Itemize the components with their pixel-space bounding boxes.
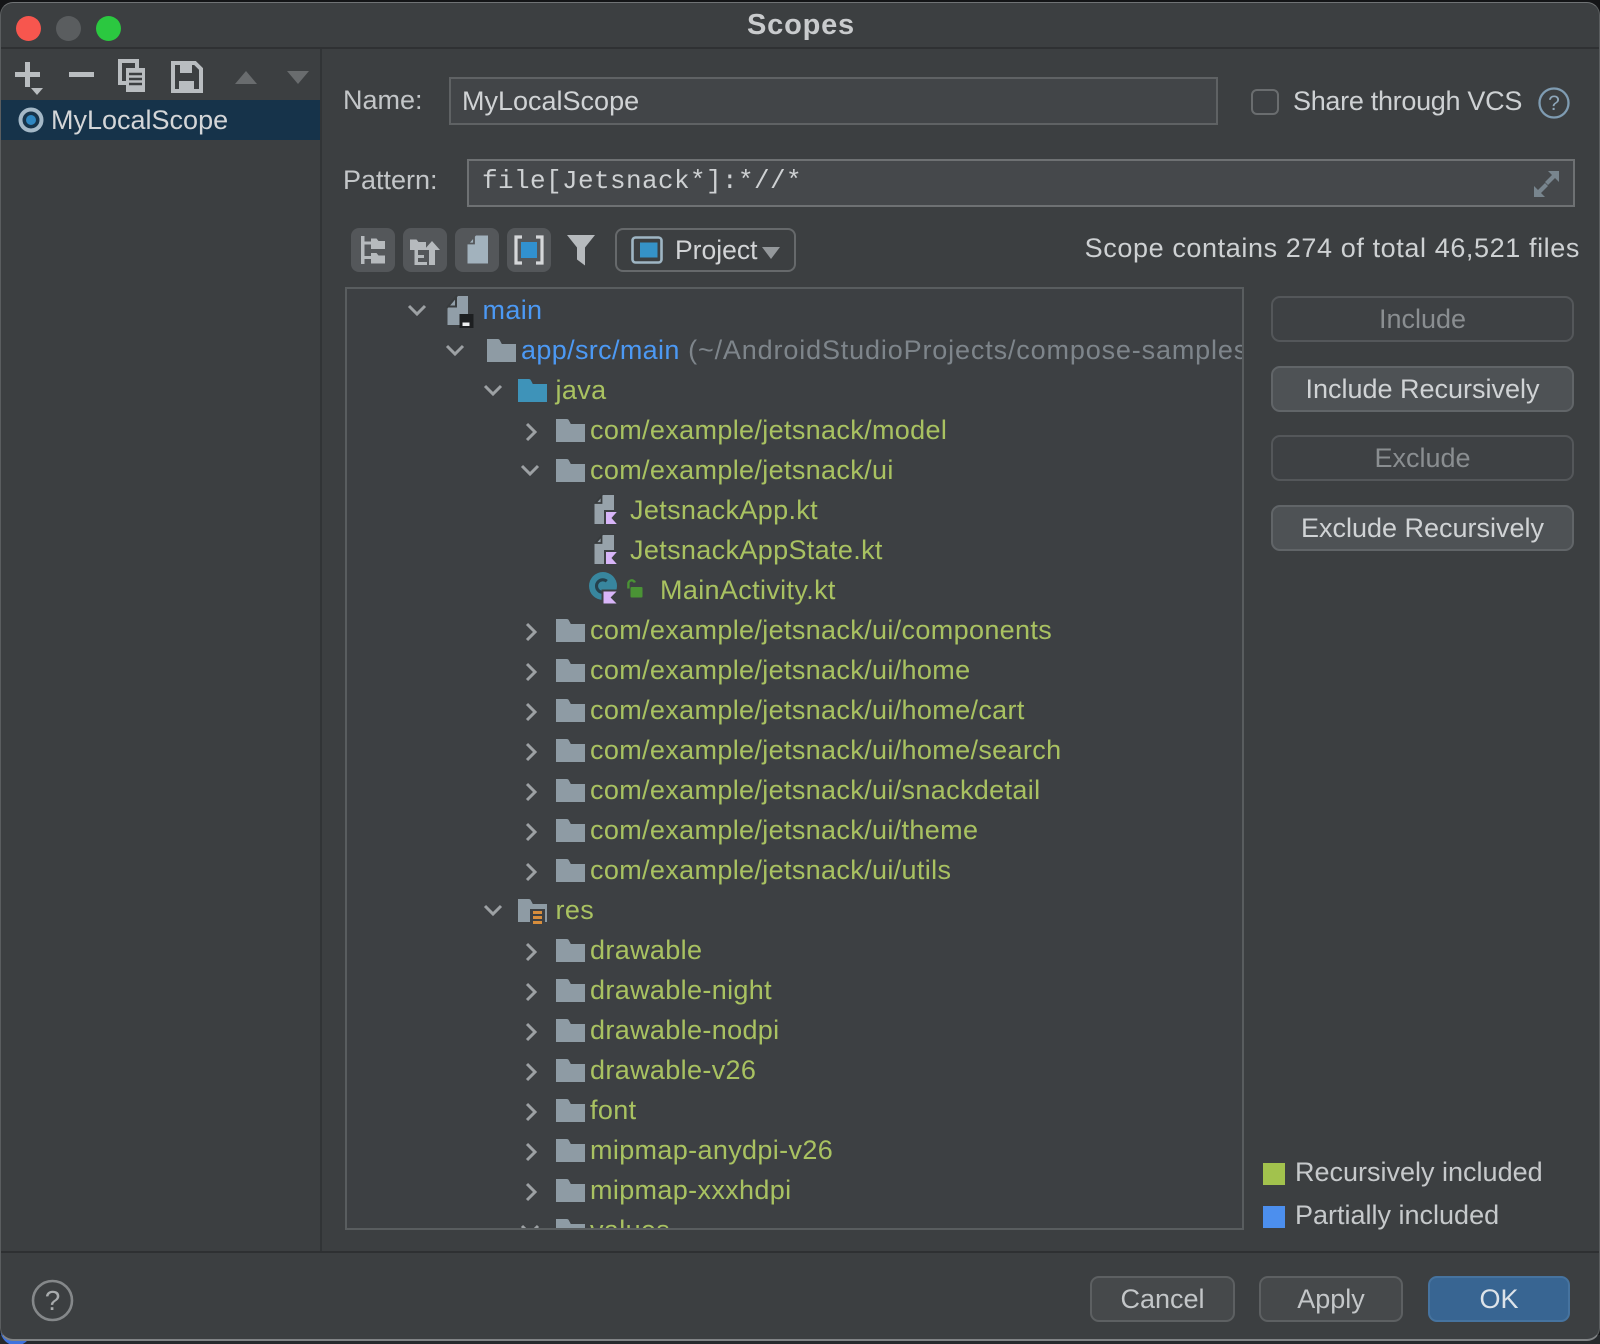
svg-text:?: ? <box>1548 92 1560 115</box>
svg-text:?: ? <box>45 1285 61 1316</box>
